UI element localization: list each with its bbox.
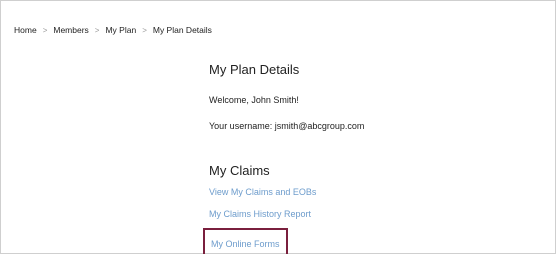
welcome-message: Welcome, John Smith! bbox=[209, 95, 299, 105]
breadcrumb-my-plan-link[interactable]: My Plan bbox=[105, 25, 136, 35]
page-frame: Home > Members > My Plan > My Plan Detai… bbox=[0, 0, 556, 254]
claims-history-report-link[interactable]: My Claims History Report bbox=[209, 209, 311, 219]
breadcrumb-members-link[interactable]: Members bbox=[53, 25, 88, 35]
breadcrumb: Home > Members > My Plan > My Plan Detai… bbox=[14, 25, 212, 35]
claims-section-title: My Claims bbox=[209, 163, 270, 178]
breadcrumb-separator: > bbox=[142, 25, 147, 35]
online-forms-link[interactable]: My Online Forms bbox=[211, 239, 280, 249]
page-title: My Plan Details bbox=[209, 62, 300, 77]
breadcrumb-separator: > bbox=[94, 25, 100, 35]
username-text: Your username: jsmith@abcgroup.com bbox=[209, 121, 365, 131]
view-claims-eobs-link[interactable]: View My Claims and EOBs bbox=[209, 187, 316, 197]
breadcrumb-current-page: My Plan Details bbox=[152, 25, 212, 35]
breadcrumb-separator: > bbox=[42, 25, 48, 35]
online-forms-highlight-box: My Online Forms bbox=[203, 228, 288, 254]
breadcrumb-home-link[interactable]: Home bbox=[14, 25, 37, 35]
